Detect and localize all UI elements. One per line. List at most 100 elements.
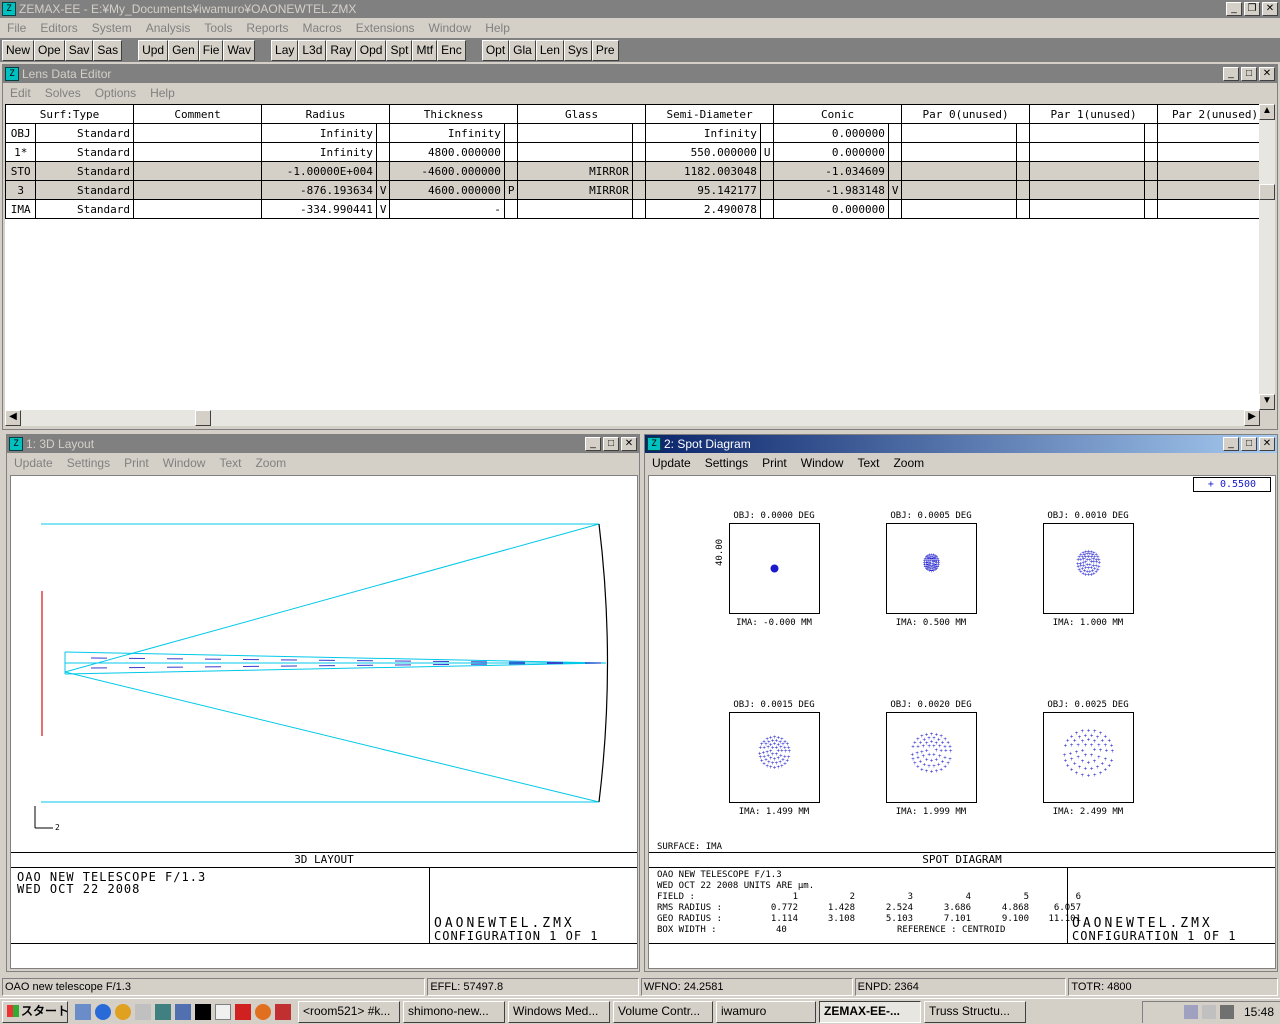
lde-cell-semi-solve[interactable] bbox=[759, 161, 775, 181]
toolbar-new-button[interactable]: New bbox=[2, 39, 35, 61]
volume-icon[interactable] bbox=[1219, 1005, 1234, 1019]
lde-cell-par1-solve[interactable] bbox=[1143, 199, 1159, 219]
task-shimono[interactable]: shimono-new... bbox=[403, 1000, 505, 1023]
layout-menu-print[interactable]: Print bbox=[117, 456, 156, 470]
toolbar-len-button[interactable]: Len bbox=[535, 39, 564, 61]
scroll-left-arrow-icon[interactable]: ◀ bbox=[5, 410, 21, 426]
search-icon[interactable] bbox=[135, 1003, 151, 1020]
lde-cell-par0-solve[interactable] bbox=[1015, 199, 1031, 219]
menu-system[interactable]: System bbox=[85, 21, 139, 35]
lde-cell-surf[interactable]: OBJ bbox=[5, 123, 37, 143]
network-icon[interactable] bbox=[175, 1003, 191, 1020]
lde-cell-par0[interactable] bbox=[901, 180, 1017, 200]
lde-vertical-scrollbar[interactable]: ▲ ▼ bbox=[1259, 104, 1275, 410]
lde-cell-surf[interactable]: 3 bbox=[5, 180, 37, 200]
lde-cell-comment[interactable] bbox=[133, 180, 263, 200]
col-header-conic[interactable]: Conic bbox=[773, 104, 903, 124]
lde-cell-type[interactable]: Standard bbox=[35, 180, 135, 200]
lde-cell-thickness-solve[interactable] bbox=[503, 123, 519, 143]
lde-menu-options[interactable]: Options bbox=[88, 86, 143, 100]
lde-menu-help[interactable]: Help bbox=[143, 86, 182, 100]
spot-menu-zoom[interactable]: Zoom bbox=[886, 456, 931, 470]
col-header-par0[interactable]: Par 0(unused) bbox=[901, 104, 1031, 124]
lde-cell-conic-solve[interactable] bbox=[887, 142, 903, 162]
menu-file[interactable]: File bbox=[0, 21, 33, 35]
lde-cell-thickness-solve[interactable] bbox=[503, 142, 519, 162]
layout-menu-settings[interactable]: Settings bbox=[60, 456, 117, 470]
lde-cell-conic[interactable]: 0.000000 bbox=[773, 123, 889, 143]
menu-window[interactable]: Window bbox=[422, 21, 479, 35]
toolbar-fie-button[interactable]: Fie bbox=[198, 39, 224, 61]
menu-analysis[interactable]: Analysis bbox=[139, 21, 198, 35]
lde-cell-par1[interactable] bbox=[1029, 180, 1145, 200]
toolbar-open-button[interactable]: Ope bbox=[34, 39, 65, 61]
col-header-surf-type[interactable]: Surf:Type bbox=[5, 104, 135, 124]
app-red-icon[interactable] bbox=[235, 1003, 251, 1020]
lde-cell-type[interactable]: Standard bbox=[35, 161, 135, 181]
col-header-comment[interactable]: Comment bbox=[133, 104, 263, 124]
lde-cell-thickness[interactable]: - bbox=[389, 199, 505, 219]
lde-cell-par1[interactable] bbox=[1029, 161, 1145, 181]
lde-minimize-button[interactable]: _ bbox=[1223, 67, 1239, 81]
toolbar-opt-button[interactable]: Opt bbox=[481, 39, 510, 61]
menu-tools[interactable]: Tools bbox=[197, 21, 239, 35]
toolbar-ray-button[interactable]: Ray bbox=[326, 39, 356, 61]
text-editor-icon[interactable] bbox=[215, 1003, 231, 1020]
toolbar-mtf-button[interactable]: Mtf bbox=[412, 39, 438, 61]
lde-cell-glass-solve[interactable] bbox=[631, 123, 647, 143]
lde-cell-semi-solve[interactable]: U bbox=[759, 142, 775, 162]
lde-cell-glass-solve[interactable] bbox=[631, 161, 647, 181]
lde-cell-par0-solve[interactable] bbox=[1015, 123, 1031, 143]
minimize-button[interactable]: _ bbox=[1226, 2, 1242, 16]
toolbar-pre-button[interactable]: Pre bbox=[591, 39, 619, 61]
app-star-icon[interactable] bbox=[275, 1003, 291, 1020]
toolbar-enc-button[interactable]: Enc bbox=[437, 39, 466, 61]
toolbar-l3d-button[interactable]: L3d bbox=[298, 39, 327, 61]
lde-cell-par2[interactable] bbox=[1157, 142, 1260, 162]
lde-cell-type[interactable]: Standard bbox=[35, 199, 135, 219]
col-header-thickness[interactable]: Thickness bbox=[389, 104, 519, 124]
layout-menu-window[interactable]: Window bbox=[156, 456, 213, 470]
lde-maximize-button[interactable]: □ bbox=[1241, 67, 1257, 81]
toolbar-sys-button[interactable]: Sys bbox=[563, 39, 592, 61]
lde-cell-glass[interactable]: MIRROR bbox=[517, 161, 633, 181]
spot-menu-settings[interactable]: Settings bbox=[698, 456, 755, 470]
lde-cell-radius[interactable]: -876.193634 bbox=[261, 180, 377, 200]
spot-close-button[interactable]: ✕ bbox=[1259, 437, 1275, 451]
lde-cell-par2[interactable] bbox=[1157, 123, 1260, 143]
start-button[interactable]: スタート bbox=[2, 1000, 68, 1023]
lde-cell-radius[interactable]: -334.990441 bbox=[261, 199, 377, 219]
cmd-icon[interactable] bbox=[195, 1003, 211, 1020]
layout-menu-text[interactable]: Text bbox=[212, 456, 248, 470]
menu-extensions[interactable]: Extensions bbox=[349, 21, 422, 35]
lde-cell-semi-diameter[interactable]: 2.490078 bbox=[645, 199, 761, 219]
lde-cell-par2[interactable] bbox=[1157, 180, 1260, 200]
layout-menu-zoom[interactable]: Zoom bbox=[248, 456, 293, 470]
lde-cell-par1-solve[interactable] bbox=[1143, 161, 1159, 181]
lde-cell-thickness[interactable]: 4600.000000 bbox=[389, 180, 505, 200]
lde-cell-glass[interactable] bbox=[517, 123, 633, 143]
lde-cell-par2[interactable] bbox=[1157, 161, 1260, 181]
lde-cell-conic[interactable]: -1.034609 bbox=[773, 161, 889, 181]
lde-cell-comment[interactable] bbox=[133, 123, 263, 143]
lde-close-button[interactable]: ✕ bbox=[1259, 67, 1275, 81]
lde-cell-thickness-solve[interactable] bbox=[503, 199, 519, 219]
lde-cell-comment[interactable] bbox=[133, 199, 263, 219]
lde-cell-semi-solve[interactable] bbox=[759, 180, 775, 200]
task-windows-media[interactable]: Windows Med... bbox=[508, 1000, 610, 1023]
toolbar-save-button[interactable]: Sav bbox=[64, 39, 94, 61]
ime-icon[interactable] bbox=[1201, 1005, 1216, 1019]
close-button[interactable]: ✕ bbox=[1262, 2, 1278, 16]
lde-cell-surf[interactable]: 1* bbox=[5, 142, 37, 162]
spot-menu-print[interactable]: Print bbox=[755, 456, 794, 470]
layout-menu-update[interactable]: Update bbox=[7, 456, 60, 470]
col-header-par1[interactable]: Par 1(unused) bbox=[1029, 104, 1159, 124]
spot-menu-window[interactable]: Window bbox=[794, 456, 851, 470]
lde-cell-par1-solve[interactable] bbox=[1143, 123, 1159, 143]
lde-cell-glass-solve[interactable] bbox=[631, 142, 647, 162]
ie-icon[interactable] bbox=[95, 1003, 111, 1020]
lde-cell-par0[interactable] bbox=[901, 161, 1017, 181]
tray-icon[interactable] bbox=[1183, 1005, 1198, 1019]
lde-cell-semi-diameter[interactable]: 1182.003048 bbox=[645, 161, 761, 181]
lde-menu-edit[interactable]: Edit bbox=[3, 86, 38, 100]
